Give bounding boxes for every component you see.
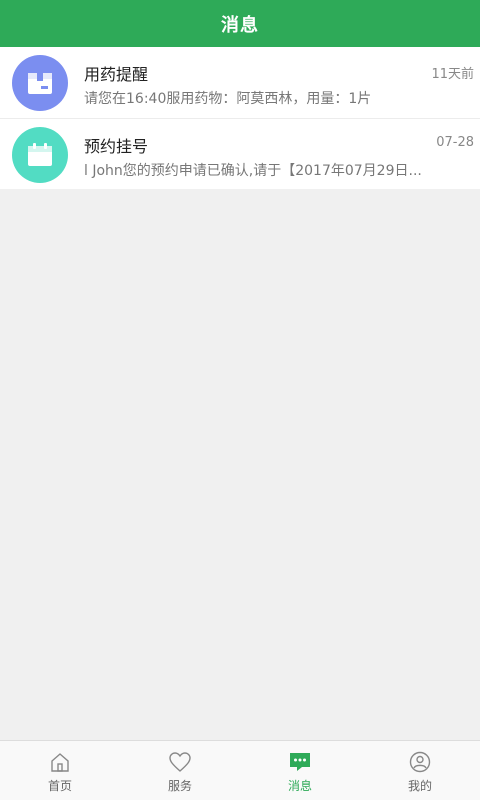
home-icon — [47, 750, 73, 774]
tab-label: 消息 — [287, 778, 312, 793]
message-list: 用药提醒 11天前 请您在16:40服用药物：阿莫西林，用量：1片 预约挂号 0… — [0, 47, 480, 189]
message-title: 用药提醒 — [84, 65, 149, 84]
message-time: 11天前 — [431, 67, 474, 82]
calendar-icon — [12, 127, 68, 183]
message-item-appointment[interactable]: 预约挂号 07-28 l John您的预约申请已确认,请于【2017年07月29… — [0, 118, 480, 189]
message-preview: 请您在16:40服用药物：阿莫西林，用量：1片 — [84, 91, 372, 107]
message-title: 预约挂号 — [84, 137, 149, 156]
message-time: 07-28 — [436, 135, 474, 150]
tab-services[interactable]: 服务 — [120, 741, 240, 800]
tab-messages[interactable]: 消息 — [240, 741, 360, 800]
tab-label: 首页 — [47, 778, 72, 793]
top-bar: 消息 — [0, 0, 480, 47]
heart-icon — [167, 750, 193, 774]
tab-label: 我的 — [407, 778, 432, 793]
message-preview: l John您的预约申请已确认,请于【2017年07月29日... — [84, 163, 422, 179]
tab-home[interactable]: 首页 — [0, 741, 120, 800]
page-title: 消息 — [221, 14, 259, 36]
bottom-tab-bar: 首页 服务 消息 我的 — [0, 740, 480, 800]
profile-icon — [407, 750, 433, 774]
chat-bubble-icon — [287, 750, 313, 774]
message-item-medication-reminder[interactable]: 用药提醒 11天前 请您在16:40服用药物：阿莫西林，用量：1片 — [0, 47, 480, 118]
tab-profile[interactable]: 我的 — [360, 741, 480, 800]
box-icon — [12, 55, 68, 111]
tab-label: 服务 — [167, 778, 192, 793]
